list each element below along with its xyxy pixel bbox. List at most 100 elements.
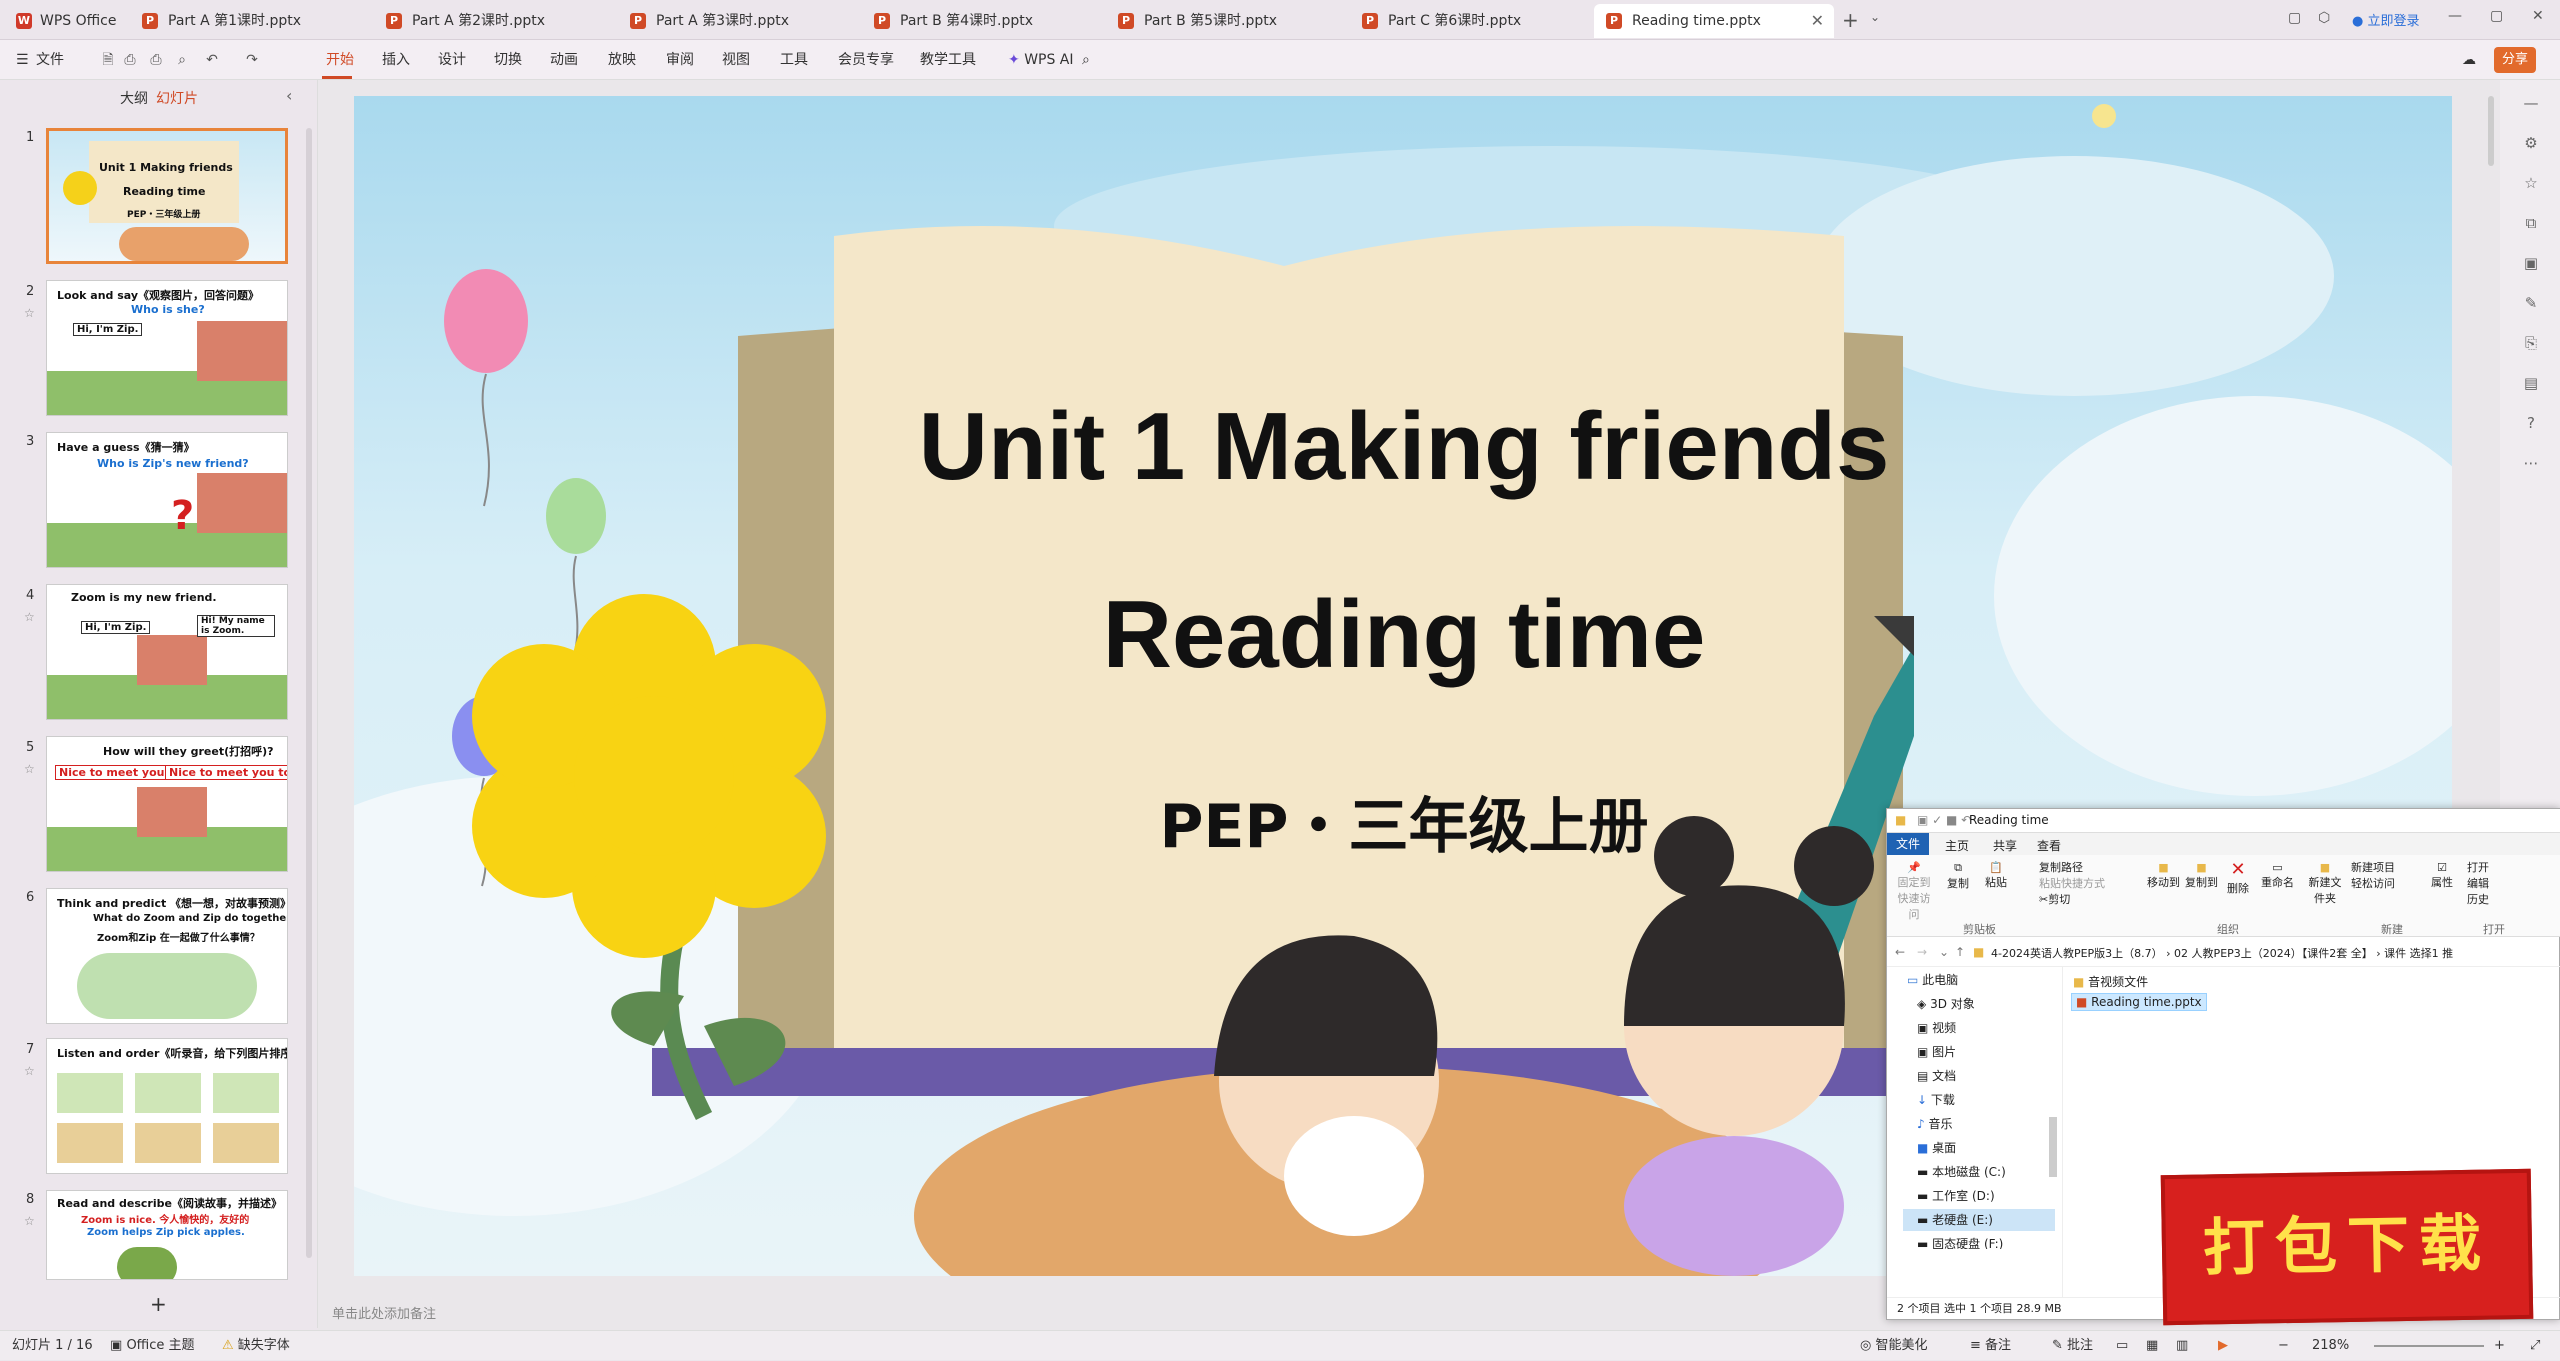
- tab-doc-1[interactable]: P Part A 第1课时.pptx: [130, 4, 370, 38]
- slide-title[interactable]: Unit 1 Making friends: [824, 392, 1984, 502]
- slide-thumb-1[interactable]: Unit 1 Making friends Reading time PEP・三…: [46, 128, 288, 264]
- hamburger-icon[interactable]: ☰: [16, 40, 29, 80]
- forward-arrow-icon[interactable]: →: [1917, 945, 1927, 959]
- theme-button[interactable]: ▣ Office 主题: [110, 1331, 195, 1361]
- comment-button[interactable]: ✎ 批注: [2052, 1331, 2093, 1361]
- slide-thumb-6[interactable]: Think and predict 《想一想，对故事预测》 What do Zo…: [46, 888, 288, 1024]
- cloud-sync-icon[interactable]: ☁: [2462, 40, 2476, 80]
- tree-videos[interactable]: ▣ 视频: [1917, 1019, 1956, 1036]
- cube-icon[interactable]: ⬡: [2318, 10, 2330, 26]
- copy-button[interactable]: ⧉ 复制: [1947, 861, 1969, 891]
- menu-tools[interactable]: 工具: [780, 40, 808, 80]
- star-icon[interactable]: ☆: [24, 1064, 35, 1078]
- menu-animation[interactable]: 动画: [550, 40, 578, 80]
- settings-icon[interactable]: ⚙: [2522, 134, 2540, 152]
- beautify-button[interactable]: ◎ 智能美化: [1860, 1331, 1928, 1361]
- pin-quick-access-button[interactable]: 📌 固定到快速访问: [1895, 861, 1933, 922]
- tree-drive-d[interactable]: ▬ 工作室 (D:): [1917, 1187, 1995, 1204]
- menu-slideshow[interactable]: 放映: [608, 40, 636, 80]
- copy-to-button[interactable]: ■ 复制到: [2185, 861, 2218, 890]
- panel-scrollbar[interactable]: [306, 128, 312, 1258]
- menu-design[interactable]: 设计: [438, 40, 466, 80]
- window-layout-icon[interactable]: ▢: [2288, 10, 2301, 26]
- file-menu[interactable]: 文件: [36, 40, 64, 80]
- paste-button[interactable]: 📋 粘贴: [1985, 861, 2007, 890]
- up-arrow-icon[interactable]: ↑: [1955, 945, 1965, 959]
- undo-icon[interactable]: ↶: [204, 52, 220, 68]
- play-icon[interactable]: ▶: [2218, 1331, 2228, 1361]
- tools-icon[interactable]: ✎: [2522, 294, 2540, 312]
- menu-home[interactable]: 开始: [326, 40, 354, 80]
- menu-insert[interactable]: 插入: [382, 40, 410, 80]
- maximize-icon[interactable]: ▢: [2490, 8, 2503, 24]
- tree-drive-c[interactable]: ▬ 本地磁盘 (C:): [1917, 1163, 2006, 1180]
- tab-doc-2[interactable]: P Part A 第2课时.pptx: [374, 4, 614, 38]
- paste-shortcut-button[interactable]: 粘贴快捷方式: [2039, 875, 2105, 891]
- slide-caption[interactable]: PEP・三年级上册: [824, 778, 1984, 865]
- menu-view[interactable]: 视图: [722, 40, 750, 80]
- menu-teaching[interactable]: 教学工具: [920, 40, 976, 80]
- save-icon[interactable]: 🗎: [100, 52, 116, 68]
- tree-documents[interactable]: ▤ 文档: [1917, 1067, 1956, 1084]
- rename-button[interactable]: ▭ 重命名: [2261, 861, 2294, 890]
- menu-member[interactable]: 会员专享: [838, 40, 894, 80]
- tab-doc-active[interactable]: P Reading time.pptx ✕: [1594, 4, 1834, 38]
- normal-view-icon[interactable]: ▭: [2116, 1331, 2128, 1361]
- copy-icon[interactable]: ⧉: [2522, 214, 2540, 232]
- login-button[interactable]: ● 立即登录: [2352, 10, 2420, 29]
- wps-home-tab[interactable]: W WPS Office: [4, 4, 124, 38]
- tab-doc-4[interactable]: P Part B 第4课时.pptx: [862, 4, 1102, 38]
- download-badge[interactable]: 打包下载: [2160, 1168, 2534, 1326]
- tab-doc-6[interactable]: P Part C 第6课时.pptx: [1350, 4, 1590, 38]
- quick-access-icons[interactable]: ▣ ✓ ■ ↶: [1917, 813, 1971, 827]
- tree-desktop[interactable]: ■ 桌面: [1917, 1139, 1956, 1156]
- tree-music[interactable]: ♪ 音乐: [1917, 1115, 1953, 1132]
- tree-downloads[interactable]: ↓ 下载: [1917, 1091, 1955, 1108]
- move-to-button[interactable]: ■ 移动到: [2147, 861, 2180, 890]
- wps-ai-button[interactable]: ✦ WPS AI: [1008, 40, 1074, 80]
- edit-button[interactable]: 编辑: [2467, 875, 2489, 891]
- fit-window-icon[interactable]: ⤢: [2530, 1331, 2540, 1361]
- zoom-in-icon[interactable]: +: [2494, 1331, 2505, 1361]
- more-icon[interactable]: ⋯: [2522, 454, 2540, 472]
- close-window-icon[interactable]: ✕: [2532, 8, 2544, 24]
- properties-button[interactable]: ☑ 属性: [2431, 861, 2453, 890]
- export-icon[interactable]: ⎙: [122, 52, 138, 68]
- collapse-icon[interactable]: —: [2522, 94, 2540, 112]
- history-button[interactable]: 历史: [2467, 891, 2489, 907]
- image-icon[interactable]: ▣: [2522, 254, 2540, 272]
- star-icon[interactable]: ☆: [24, 762, 35, 776]
- address-path[interactable]: 4-2024英语人教PEP版3上（8.7） › 02 人教PEP3上（2024）…: [1991, 945, 2560, 961]
- preview-icon[interactable]: ⌕: [174, 52, 190, 68]
- slide-thumb-3[interactable]: ? Have a guess《猜一猜》 Who is Zip's new fri…: [46, 432, 288, 568]
- copy-path-button[interactable]: 复制路径: [2039, 859, 2083, 875]
- file-row-selected[interactable]: ■ Reading time.pptx: [2071, 993, 2207, 1011]
- slide-thumb-7[interactable]: Listen and order《听录音，给下列图片排序》: [46, 1038, 288, 1174]
- bookmark-icon[interactable]: ⎘: [2522, 334, 2540, 352]
- menu-transition[interactable]: 切换: [494, 40, 522, 80]
- tab-outline[interactable]: 大纲: [120, 88, 148, 108]
- redo-icon[interactable]: ↷: [244, 52, 260, 68]
- zoom-slider[interactable]: [2374, 1345, 2484, 1347]
- tree-drive-f[interactable]: ▬ 固态硬盘 (F:): [1917, 1235, 2003, 1249]
- sorter-view-icon[interactable]: ▦: [2146, 1331, 2158, 1361]
- tab-slides[interactable]: 幻灯片: [156, 88, 198, 108]
- menu-review[interactable]: 审阅: [666, 40, 694, 80]
- chevron-down-icon[interactable]: ⌄: [1870, 10, 1880, 24]
- slide-scrollbar[interactable]: [2488, 96, 2494, 166]
- share-button[interactable]: 分享: [2494, 47, 2537, 73]
- reading-view-icon[interactable]: ▥: [2176, 1331, 2188, 1361]
- ribbon-tab-view[interactable]: 查看: [2037, 837, 2061, 854]
- slide-thumb-8[interactable]: Read and describe《阅读故事，并描述》 Zoom is nice…: [46, 1190, 288, 1280]
- slide-subtitle[interactable]: Reading time: [824, 580, 1984, 690]
- star-icon[interactable]: ☆: [24, 1214, 35, 1228]
- print-icon[interactable]: ⎙: [148, 52, 164, 68]
- star-icon[interactable]: ☆: [24, 306, 35, 320]
- minimize-icon[interactable]: —: [2448, 8, 2462, 24]
- slide-thumb-4[interactable]: Zoom is my new friend. Hi, I'm Zip. Hi! …: [46, 584, 288, 720]
- ribbon-tab-home[interactable]: 主页: [1945, 837, 1969, 854]
- layout-icon[interactable]: ▤: [2522, 374, 2540, 392]
- zoom-out-icon[interactable]: −: [2278, 1331, 2289, 1361]
- tab-doc-5[interactable]: P Part B 第5课时.pptx: [1106, 4, 1346, 38]
- collapse-panel-icon[interactable]: ‹: [286, 86, 292, 105]
